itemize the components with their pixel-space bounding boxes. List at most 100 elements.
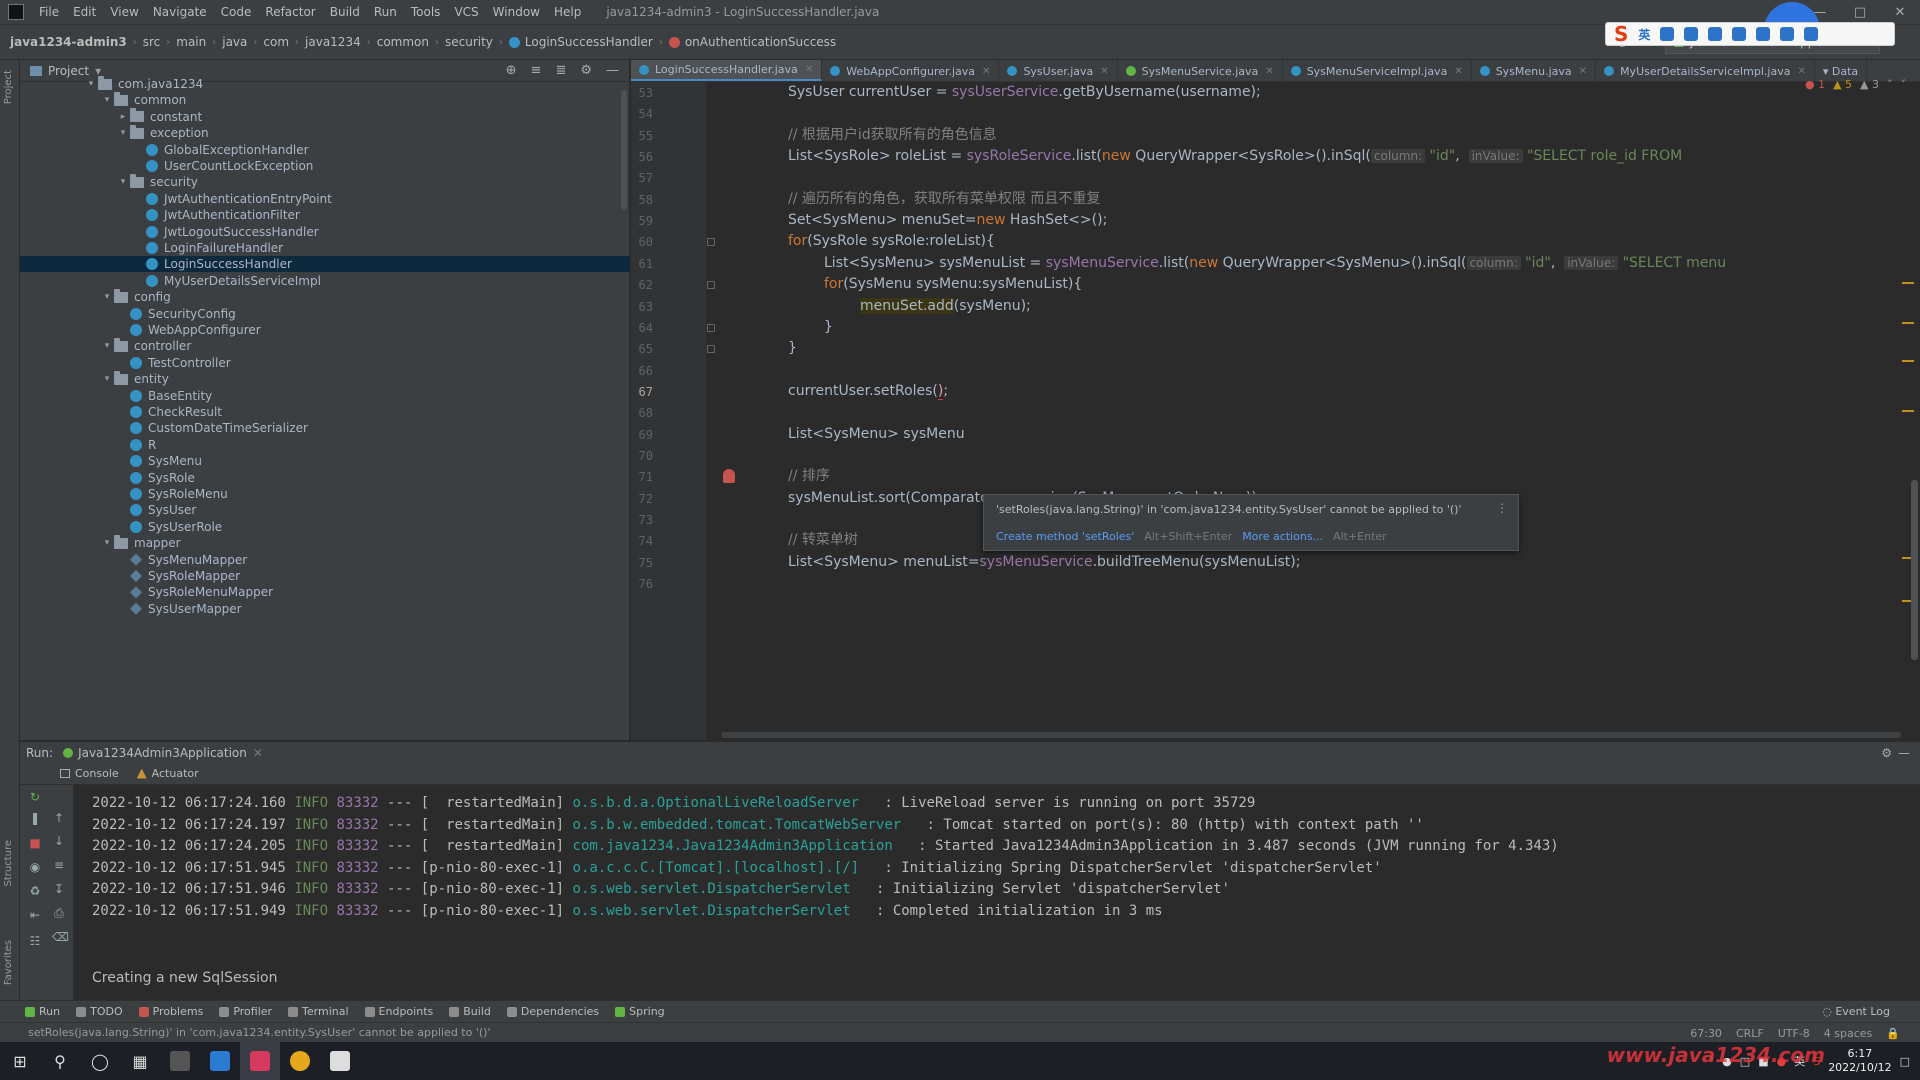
ime-user-icon[interactable]	[1756, 27, 1771, 41]
console-output[interactable]: 2022-10-12 06:17:24.160 INFO 83332 --- […	[75, 785, 1905, 1000]
editor-tab[interactable]: WebAppConfigurer.java ✕	[822, 60, 1000, 81]
editor-tab[interactable]: SysMenuService.java ✕	[1118, 60, 1283, 81]
editor-horizontal-scrollbar[interactable]	[721, 732, 1901, 738]
tree-file-item[interactable]: SysMenuMapper	[20, 552, 630, 568]
breadcrumb-item[interactable]: onAuthenticationSuccess	[668, 35, 836, 49]
tree-file-item[interactable]: WebAppConfigurer	[20, 322, 630, 338]
menu-item-vcs[interactable]: VCS	[447, 5, 485, 19]
caret-position[interactable]: 67:30	[1690, 1027, 1722, 1040]
indent-setting[interactable]: 4 spaces	[1824, 1027, 1873, 1040]
layout-icon[interactable]: ☷	[28, 935, 42, 947]
close-tab-icon[interactable]: ✕	[1100, 66, 1108, 77]
error-bulb-icon[interactable]	[723, 469, 735, 483]
tree-file-item[interactable]: SysRoleMapper	[20, 568, 630, 584]
tree-folder-item[interactable]: ▾ entity	[20, 370, 630, 387]
tree-file-item[interactable]: LoginSuccessHandler	[20, 256, 630, 273]
close-tab-icon[interactable]: ✕	[1797, 66, 1805, 77]
menu-item-view[interactable]: View	[103, 5, 145, 19]
menu-item-refactor[interactable]: Refactor	[258, 5, 322, 19]
tree-folder-item[interactable]: ▸ constant	[20, 108, 630, 125]
run-config-tab[interactable]: Java1234Admin3Application ✕	[63, 746, 263, 760]
print-icon[interactable]: ⎙	[52, 907, 66, 919]
menu-item-build[interactable]: Build	[323, 5, 367, 19]
code-line-63[interactable]: menuSet.add(sysMenu);	[860, 296, 1031, 316]
code-line-71[interactable]: // 排序	[788, 466, 830, 486]
tree-folder-item[interactable]: ▾ security	[20, 173, 630, 190]
tree-file-item[interactable]: SysUser	[20, 502, 630, 518]
editor-scrollbar[interactable]	[1911, 480, 1918, 660]
tree-file-item[interactable]: GlobalExceptionHandler	[20, 142, 630, 158]
trash-icon[interactable]: ⌫	[52, 931, 69, 943]
code-line-65[interactable]: }	[788, 338, 797, 358]
ime-keyboard-icon[interactable]	[1732, 27, 1747, 41]
task-view-icon[interactable]: ▦	[120, 1042, 160, 1080]
scroll-up-icon[interactable]: ↑	[52, 812, 66, 824]
breadcrumb-item[interactable]: src	[143, 35, 161, 49]
warning-stripe-marker[interactable]	[1902, 322, 1914, 324]
tree-file-item[interactable]: SysUserRole	[20, 519, 630, 535]
ime-punct-icon[interactable]	[1660, 27, 1675, 41]
breadcrumb-item[interactable]: com	[263, 35, 289, 49]
windows-start-icon[interactable]: ⊞	[0, 1042, 40, 1080]
code-line-61[interactable]: List<SysMenu> sysMenuList = sysMenuServi…	[824, 253, 1726, 273]
tree-file-item[interactable]: BaseEntity	[20, 388, 630, 404]
stop-icon[interactable]: ■	[28, 837, 42, 849]
camera-icon[interactable]: ◉	[28, 861, 42, 873]
fold-marker[interactable]	[707, 345, 715, 353]
file-encoding[interactable]: UTF-8	[1778, 1027, 1810, 1040]
console-tab[interactable]: Console	[60, 767, 119, 780]
tree-folder-item[interactable]: ▾ mapper	[20, 534, 630, 551]
chrome-icon[interactable]	[280, 1042, 320, 1080]
tree-file-item[interactable]: TestController	[20, 355, 630, 371]
ime-emoji-icon[interactable]	[1684, 27, 1699, 41]
menu-item-file[interactable]: File	[32, 5, 66, 19]
close-tab-icon[interactable]: ✕	[1265, 66, 1273, 77]
tree-file-item[interactable]: SysRoleMenuMapper	[20, 584, 630, 600]
code-line-60[interactable]: for(SysRole sysRole:roleList){	[788, 231, 995, 251]
code-line-55[interactable]: // 根据用户id获取所有的角色信息	[788, 125, 997, 145]
chevron-up-icon[interactable]: ˄	[1887, 78, 1893, 91]
clock[interactable]: 6:17 2022/10/12	[1828, 1047, 1891, 1075]
close-tab-icon[interactable]: ✕	[982, 66, 990, 77]
menu-item-navigate[interactable]: Navigate	[146, 5, 214, 19]
project-scrollbar[interactable]	[621, 90, 627, 210]
tool-window-build[interactable]: Build	[449, 1005, 491, 1018]
lock-icon[interactable]: 🔒	[1886, 1027, 1900, 1040]
code-line-67[interactable]: currentUser.setRoles();	[788, 381, 948, 401]
chevron-down-icon[interactable]: ▾	[100, 374, 114, 384]
breadcrumb-item[interactable]: java1234	[305, 35, 361, 49]
exit-icon[interactable]: ⇤	[28, 909, 42, 921]
chevron-down-icon[interactable]: ▾	[116, 128, 130, 138]
tree-file-item[interactable]: CustomDateTimeSerializer	[20, 420, 630, 436]
gear-icon[interactable]: ⚙	[1881, 746, 1892, 760]
favorites-stripe-button[interactable]: Favorites	[3, 940, 14, 985]
code-line-75[interactable]: List<SysMenu> menuList=sysMenuService.bu…	[788, 552, 1300, 572]
tree-file-item[interactable]: JwtLogoutSuccessHandler	[20, 224, 630, 240]
tree-folder-item[interactable]: ▾ controller	[20, 337, 630, 354]
tree-file-item[interactable]: MyUserDetailsServiceImpl	[20, 273, 630, 289]
breadcrumb-item[interactable]: LoginSuccessHandler	[508, 35, 653, 49]
scroll-end-icon[interactable]: ↧	[52, 883, 66, 895]
tool-window-terminal[interactable]: Terminal	[288, 1005, 349, 1018]
tree-file-item[interactable]: SysUserMapper	[20, 601, 630, 617]
warning-stripe-marker[interactable]	[1902, 282, 1914, 284]
more-options-icon[interactable]: ⋮	[1496, 501, 1508, 515]
tool-window-problems[interactable]: Problems	[138, 1005, 203, 1018]
restore-icon[interactable]: ♻	[28, 885, 42, 897]
chevron-down-icon[interactable]: ˅	[1901, 78, 1907, 91]
tree-file-item[interactable]: SecurityConfig	[20, 306, 630, 322]
fold-marker[interactable]	[707, 238, 715, 246]
editor-tab[interactable]: MyUserDetailsServiceImpl.java ✕	[1596, 60, 1815, 81]
tree-folder-item[interactable]: ▾ common	[20, 91, 630, 108]
code-line-69[interactable]: List<SysMenu> sysMenu	[788, 424, 965, 444]
code-line-53[interactable]: SysUser currentUser = sysUserService.get…	[788, 82, 1261, 102]
editor-tab[interactable]: SysUser.java ✕	[999, 60, 1118, 81]
notification-icon[interactable]: □	[1900, 1055, 1910, 1068]
editor-tab[interactable]: SysMenu.java ✕	[1472, 60, 1597, 81]
close-icon[interactable]: ✕	[253, 746, 263, 760]
chevron-right-icon[interactable]: ▸	[116, 112, 130, 122]
breadcrumb-item[interactable]: security	[445, 35, 493, 49]
menu-item-edit[interactable]: Edit	[66, 5, 103, 19]
actuator-tab[interactable]: Actuator	[136, 767, 199, 780]
chevron-down-icon[interactable]: ▾	[84, 79, 98, 89]
